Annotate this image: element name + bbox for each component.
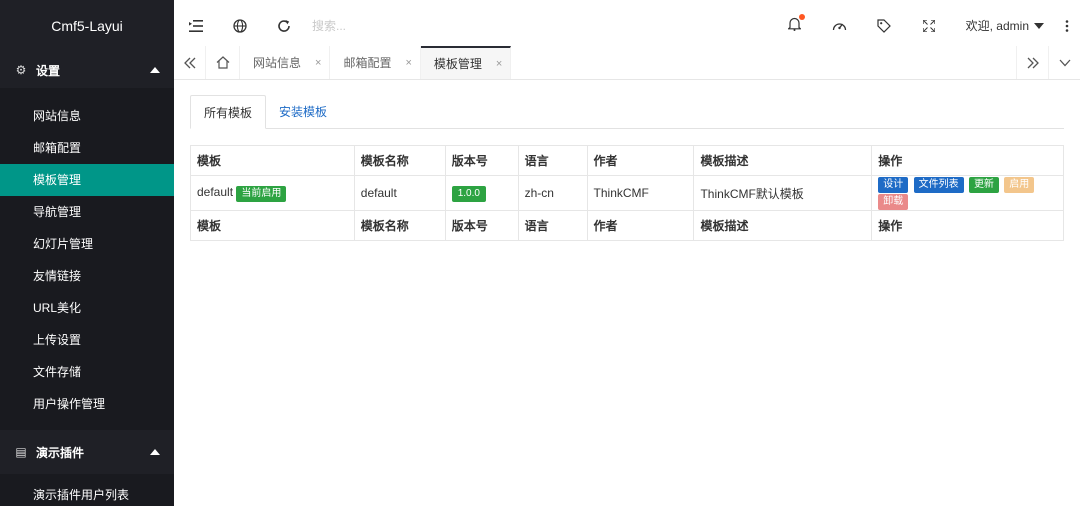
tabs-scroll-right-icon[interactable] — [1016, 46, 1048, 79]
col-footer-description: 模板描述 — [693, 210, 873, 241]
cell-version: 1.0.0 — [444, 175, 519, 211]
col-header-description: 模板描述 — [693, 145, 873, 176]
content-tabs: 所有模板 安装模板 — [190, 95, 1064, 129]
enable-button[interactable]: 启用 — [1004, 177, 1035, 193]
table-footer-row: 模板 模板名称 版本号 语言 作者 模板描述 操作 — [190, 210, 1064, 241]
close-icon[interactable]: × — [315, 57, 321, 69]
tab-label: 邮箱配置 — [343, 56, 392, 70]
templates-table: 模板 模板名称 版本号 语言 作者 模板描述 操作 default 当前启用 d… — [190, 145, 1064, 241]
sidebar-item-demo-user-list[interactable]: 演示插件用户列表 — [0, 479, 174, 506]
sidebar-item-file-storage[interactable]: 文件存储 — [0, 356, 174, 388]
col-header-version: 版本号 — [444, 145, 519, 176]
bell-icon[interactable] — [772, 0, 817, 52]
search-input[interactable]: 搜索... — [312, 17, 732, 34]
cell-author: ThinkCMF — [586, 175, 695, 211]
table-row: default 当前启用 default 1.0.0 zh-cn ThinkCM… — [190, 175, 1064, 211]
cell-template: default 当前启用 — [190, 175, 355, 211]
tab-site-info[interactable]: 网站信息 × — [240, 46, 331, 79]
close-icon[interactable]: × — [496, 58, 502, 70]
sidebar-item-links[interactable]: 友情链接 — [0, 260, 174, 292]
menu-fold-icon[interactable] — [174, 0, 218, 52]
sidebar-item-upload-settings[interactable]: 上传设置 — [0, 324, 174, 356]
more-icon[interactable] — [1054, 0, 1080, 52]
main-content: 所有模板 安装模板 模板 模板名称 版本号 语言 作者 模板描述 操作 defa… — [174, 80, 1080, 506]
sidebar-item-mail-config[interactable]: 邮箱配置 — [0, 132, 174, 164]
tab-install-templates[interactable]: 安装模板 — [266, 95, 340, 129]
tab-all-templates[interactable]: 所有模板 — [190, 95, 267, 129]
col-header-author: 作者 — [586, 145, 695, 176]
user-greeting: 欢迎, admin — [965, 19, 1029, 33]
tab-label: 网站信息 — [253, 56, 302, 70]
tab-template-manage[interactable]: 模板管理 × — [420, 46, 512, 79]
uninstall-button[interactable]: 卸载 — [878, 194, 909, 210]
design-button[interactable]: 设计 — [878, 177, 909, 193]
col-footer-template: 模板 — [190, 210, 355, 241]
fullscreen-icon[interactable] — [907, 0, 952, 52]
globe-icon[interactable] — [218, 0, 262, 52]
file-list-button[interactable]: 文件列表 — [913, 177, 964, 193]
col-header-lang: 语言 — [517, 145, 588, 176]
sidebar-item-slides[interactable]: 幻灯片管理 — [0, 228, 174, 260]
col-footer-lang: 语言 — [517, 210, 588, 241]
tabs-dropdown-icon[interactable] — [1048, 46, 1080, 79]
sidebar: Cmf5-Layui ⚙ 设置 网站信息 邮箱配置 模板管理 导航管理 幻灯片管… — [0, 0, 174, 506]
tab-mail-config[interactable]: 邮箱配置 × — [330, 46, 421, 79]
tag-icon[interactable] — [862, 0, 907, 52]
tab-label: 模板管理 — [433, 57, 482, 71]
template-key: default — [197, 184, 234, 199]
sidebar-item-user-actions[interactable]: 用户操作管理 — [0, 388, 174, 420]
cell-actions: 设计 文件列表 更新 启用 卸载 — [871, 175, 1064, 211]
close-icon[interactable]: × — [405, 57, 411, 69]
sidebar-item-nav-manage[interactable]: 导航管理 — [0, 196, 174, 228]
cell-lang: zh-cn — [517, 175, 588, 211]
status-badge: 当前启用 — [236, 185, 287, 202]
user-menu[interactable]: 欢迎, admin — [952, 17, 1054, 34]
tabs-scroll-left-icon[interactable] — [174, 46, 206, 79]
cell-description: ThinkCMF默认模板 — [693, 175, 873, 211]
sidebar-group-label: 设置 — [36, 63, 61, 78]
home-icon[interactable] — [206, 46, 240, 79]
chevron-up-icon — [150, 449, 160, 455]
version-badge: 1.0.0 — [451, 185, 486, 202]
refresh-icon[interactable] — [262, 0, 306, 52]
col-header-actions: 操作 — [871, 145, 1064, 176]
sidebar-item-site-info[interactable]: 网站信息 — [0, 100, 174, 132]
sidebar-item-template-manage[interactable]: 模板管理 — [0, 164, 174, 196]
cell-name: default — [353, 175, 446, 211]
sidebar-group-demo-plugin[interactable]: ▤ 演示插件 — [0, 430, 174, 474]
col-footer-version: 版本号 — [444, 210, 519, 241]
sidebar-item-url-beautify[interactable]: URL美化 — [0, 292, 174, 324]
book-icon: ▤ — [15, 445, 27, 459]
update-button[interactable]: 更新 — [968, 177, 999, 193]
sidebar-group-settings[interactable]: ⚙ 设置 — [0, 52, 174, 88]
col-header-template: 模板 — [190, 145, 355, 176]
sidebar-group-label: 演示插件 — [36, 445, 85, 460]
caret-down-icon — [1034, 22, 1044, 29]
table-header-row: 模板 模板名称 版本号 语言 作者 模板描述 操作 — [190, 145, 1064, 176]
page-tabs-bar: 网站信息 × 邮箱配置 × 模板管理 × — [174, 46, 1080, 80]
top-header: 搜索... 欢迎, admin — [174, 0, 1080, 52]
sidebar-sublist-demo: 演示插件用户列表 — [0, 474, 174, 506]
dashboard-icon[interactable] — [817, 0, 862, 52]
col-footer-author: 作者 — [586, 210, 695, 241]
col-header-name: 模板名称 — [353, 145, 446, 176]
col-footer-name: 模板名称 — [353, 210, 446, 241]
gear-icon: ⚙ — [15, 63, 27, 77]
chevron-up-icon — [150, 67, 160, 73]
sidebar-sublist-settings: 网站信息 邮箱配置 模板管理 导航管理 幻灯片管理 友情链接 URL美化 上传设… — [0, 88, 174, 430]
col-footer-actions: 操作 — [871, 210, 1064, 241]
notification-dot — [798, 14, 805, 20]
brand-logo[interactable]: Cmf5-Layui — [0, 0, 174, 52]
